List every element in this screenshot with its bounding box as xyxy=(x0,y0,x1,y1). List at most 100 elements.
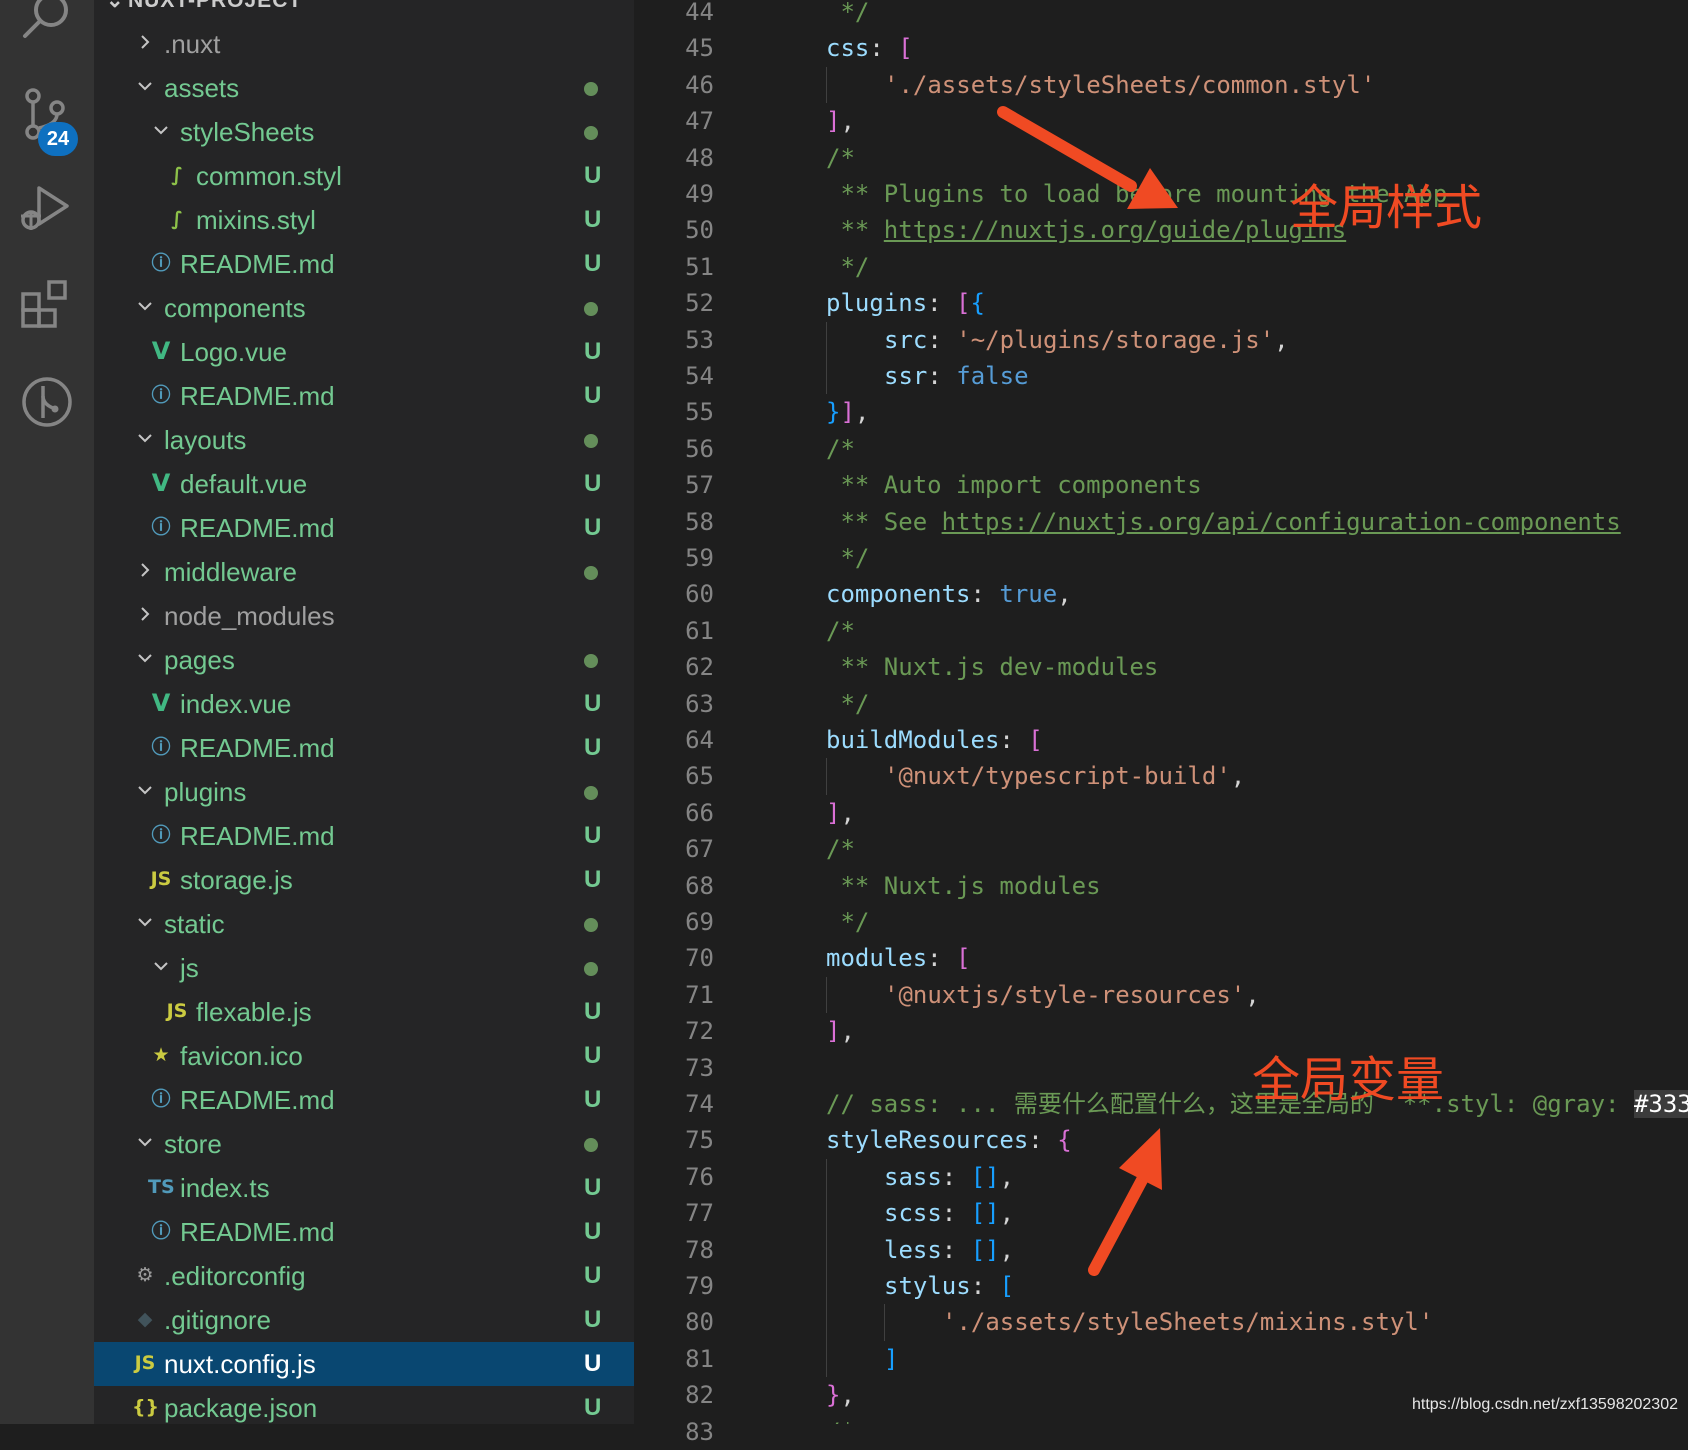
tree-folder[interactable]: styleSheets xyxy=(94,110,634,154)
tree-file[interactable]: ⓘ README.md U xyxy=(94,506,634,550)
tree-file[interactable]: V Logo.vue U xyxy=(94,330,634,374)
tree-folder[interactable]: components xyxy=(94,286,634,330)
code-line[interactable]: /* xyxy=(826,831,855,867)
code-line[interactable]: './assets/styleSheets/mixins.styl' xyxy=(942,1304,1433,1340)
chevron-down-icon[interactable] xyxy=(154,123,168,137)
code-line[interactable]: scss: [], xyxy=(884,1195,1014,1231)
code-line[interactable]: /* xyxy=(826,613,855,649)
chevron-down-icon[interactable] xyxy=(154,959,168,973)
code-line[interactable]: less: [], xyxy=(884,1232,1014,1268)
chevron-down-icon[interactable] xyxy=(138,79,152,93)
git-graph-icon[interactable] xyxy=(17,372,77,432)
code-line[interactable]: */ xyxy=(826,249,869,285)
tree-file[interactable]: ⓘ README.md U xyxy=(94,1078,634,1122)
line-number: 68 xyxy=(685,871,714,900)
code-line[interactable]: components: true, xyxy=(826,576,1072,612)
code-link[interactable]: https://nuxtjs.org/guide/plugins xyxy=(884,216,1346,244)
code-line[interactable]: ** See https://nuxtjs.org/api/configurat… xyxy=(826,504,1621,540)
code-line[interactable]: modules: [ xyxy=(826,940,971,976)
code-line[interactable]: ssr: false xyxy=(884,358,1029,394)
chevron-down-icon[interactable] xyxy=(138,651,152,665)
tree-file[interactable]: TS index.ts U xyxy=(94,1166,634,1210)
tree-item-label: .nuxt xyxy=(164,29,221,59)
tree-folder[interactable]: pages xyxy=(94,638,634,682)
tree-folder[interactable]: store xyxy=(94,1122,634,1166)
code-line[interactable]: src: '~/plugins/storage.js', xyxy=(884,322,1289,358)
explorer-header[interactable]: ⌄ NUXT-PROJECT xyxy=(106,0,302,18)
tree-folder[interactable]: static xyxy=(94,902,634,946)
code-line[interactable]: /* xyxy=(826,1414,855,1424)
code-line[interactable]: ** Auto import components xyxy=(826,467,1201,503)
chevron-down-icon[interactable] xyxy=(138,1135,152,1149)
chevron-right-icon[interactable] xyxy=(138,35,152,49)
code-line[interactable]: /* xyxy=(826,140,855,176)
code-token: */ xyxy=(826,0,870,26)
tree-folder[interactable]: node_modules xyxy=(94,594,634,638)
run-debug-icon[interactable] xyxy=(17,180,77,240)
tree-folder[interactable]: middleware xyxy=(94,550,634,594)
tree-folder[interactable]: plugins xyxy=(94,770,634,814)
code-line[interactable]: ** Nuxt.js dev-modules xyxy=(826,649,1158,685)
code-line[interactable]: */ xyxy=(826,686,869,722)
tree-file[interactable]: JS storage.js U xyxy=(94,858,634,902)
code-token: ] xyxy=(826,1017,841,1046)
tree-folder[interactable]: .nuxt xyxy=(94,22,634,66)
tree-file[interactable]: ◆ .gitignore U xyxy=(94,1298,634,1342)
tree-file[interactable]: Vdefault.vue U xyxy=(94,462,634,506)
code-token: : xyxy=(1028,1126,1058,1155)
code-line[interactable]: }], xyxy=(826,394,869,430)
code-line[interactable]: ** Nuxt.js modules xyxy=(826,868,1100,904)
tree-file[interactable]: ⓘ README.md U xyxy=(94,374,634,418)
search-icon[interactable] xyxy=(17,0,77,48)
tree-item-label: .editorconfig xyxy=(164,1261,306,1291)
code-line[interactable]: }, xyxy=(826,1377,855,1413)
code-line[interactable]: ** https://nuxtjs.org/guide/plugins xyxy=(826,212,1346,248)
tree-file[interactable]: ⓘ README.md U xyxy=(94,726,634,770)
code-line[interactable]: */ xyxy=(826,0,869,30)
code-line[interactable]: '@nuxt/typescript-build', xyxy=(884,758,1245,794)
code-line[interactable]: ], xyxy=(826,1013,855,1049)
tree-file[interactable]: ∫ mixins.styl U xyxy=(94,198,634,242)
project-name: NUXT-PROJECT xyxy=(128,0,303,12)
chevron-down-icon[interactable] xyxy=(138,299,152,313)
code-line[interactable]: styleResources: { xyxy=(826,1122,1072,1158)
code-line[interactable]: /* xyxy=(826,431,855,467)
code-line[interactable]: */ xyxy=(826,540,869,576)
code-line[interactable]: './assets/styleSheets/common.styl' xyxy=(884,67,1375,103)
chevron-down-icon[interactable] xyxy=(138,783,152,797)
chevron-right-icon[interactable] xyxy=(138,607,152,621)
tree-file[interactable]: ⓘ README.md U xyxy=(94,1210,634,1254)
tree-file[interactable]: ★ favicon.ico U xyxy=(94,1034,634,1078)
chevron-right-icon[interactable] xyxy=(138,563,152,577)
extensions-icon[interactable] xyxy=(17,276,77,336)
tree-folder[interactable]: layouts xyxy=(94,418,634,462)
code-line[interactable]: buildModules: [ xyxy=(826,722,1043,758)
code-line[interactable]: ] xyxy=(884,1341,898,1377)
tree-file[interactable]: ⚙ .editorconfig U xyxy=(94,1254,634,1298)
code-line[interactable]: plugins: [{ xyxy=(826,285,985,321)
tree-file[interactable]: ⓘ README.md U xyxy=(94,242,634,286)
chevron-down-icon[interactable] xyxy=(138,431,152,445)
code-line[interactable]: '@nuxtjs/style-resources', xyxy=(884,977,1260,1013)
line-number: 54 xyxy=(685,362,714,390)
code-link[interactable]: https://nuxtjs.org/api/configuration-com… xyxy=(942,508,1621,536)
tree-folder[interactable]: js xyxy=(94,946,634,990)
code-line[interactable]: css: [ xyxy=(826,30,913,66)
line-number: 74 xyxy=(685,1090,714,1118)
tree-file[interactable]: JS nuxt.config.js U xyxy=(94,1342,634,1386)
code-line[interactable]: ], xyxy=(826,103,855,139)
code-line[interactable]: stylus: [ xyxy=(884,1268,1014,1304)
code-line[interactable]: */ xyxy=(826,904,869,940)
code-editor[interactable]: */ css: ['./assets/styleSheets/common.sty… xyxy=(764,0,1688,1424)
tree-file[interactable]: ∫ common.styl U xyxy=(94,154,634,198)
tree-file[interactable]: Vindex.vue U xyxy=(94,682,634,726)
explorer-panel: ⌄ NUXT-PROJECT .nuxt assets styleSheets ∫ com… xyxy=(94,0,634,1424)
chevron-down-icon[interactable] xyxy=(138,915,152,929)
code-line[interactable]: ], xyxy=(826,795,855,831)
tree-file[interactable]: {} package.json U xyxy=(94,1386,634,1430)
code-token: { xyxy=(1057,1126,1072,1155)
tree-file[interactable]: ⓘ README.md U xyxy=(94,814,634,858)
tree-folder[interactable]: assets xyxy=(94,66,634,110)
code-line[interactable]: sass: [], xyxy=(884,1159,1014,1195)
tree-file[interactable]: JS flexable.js U xyxy=(94,990,634,1034)
